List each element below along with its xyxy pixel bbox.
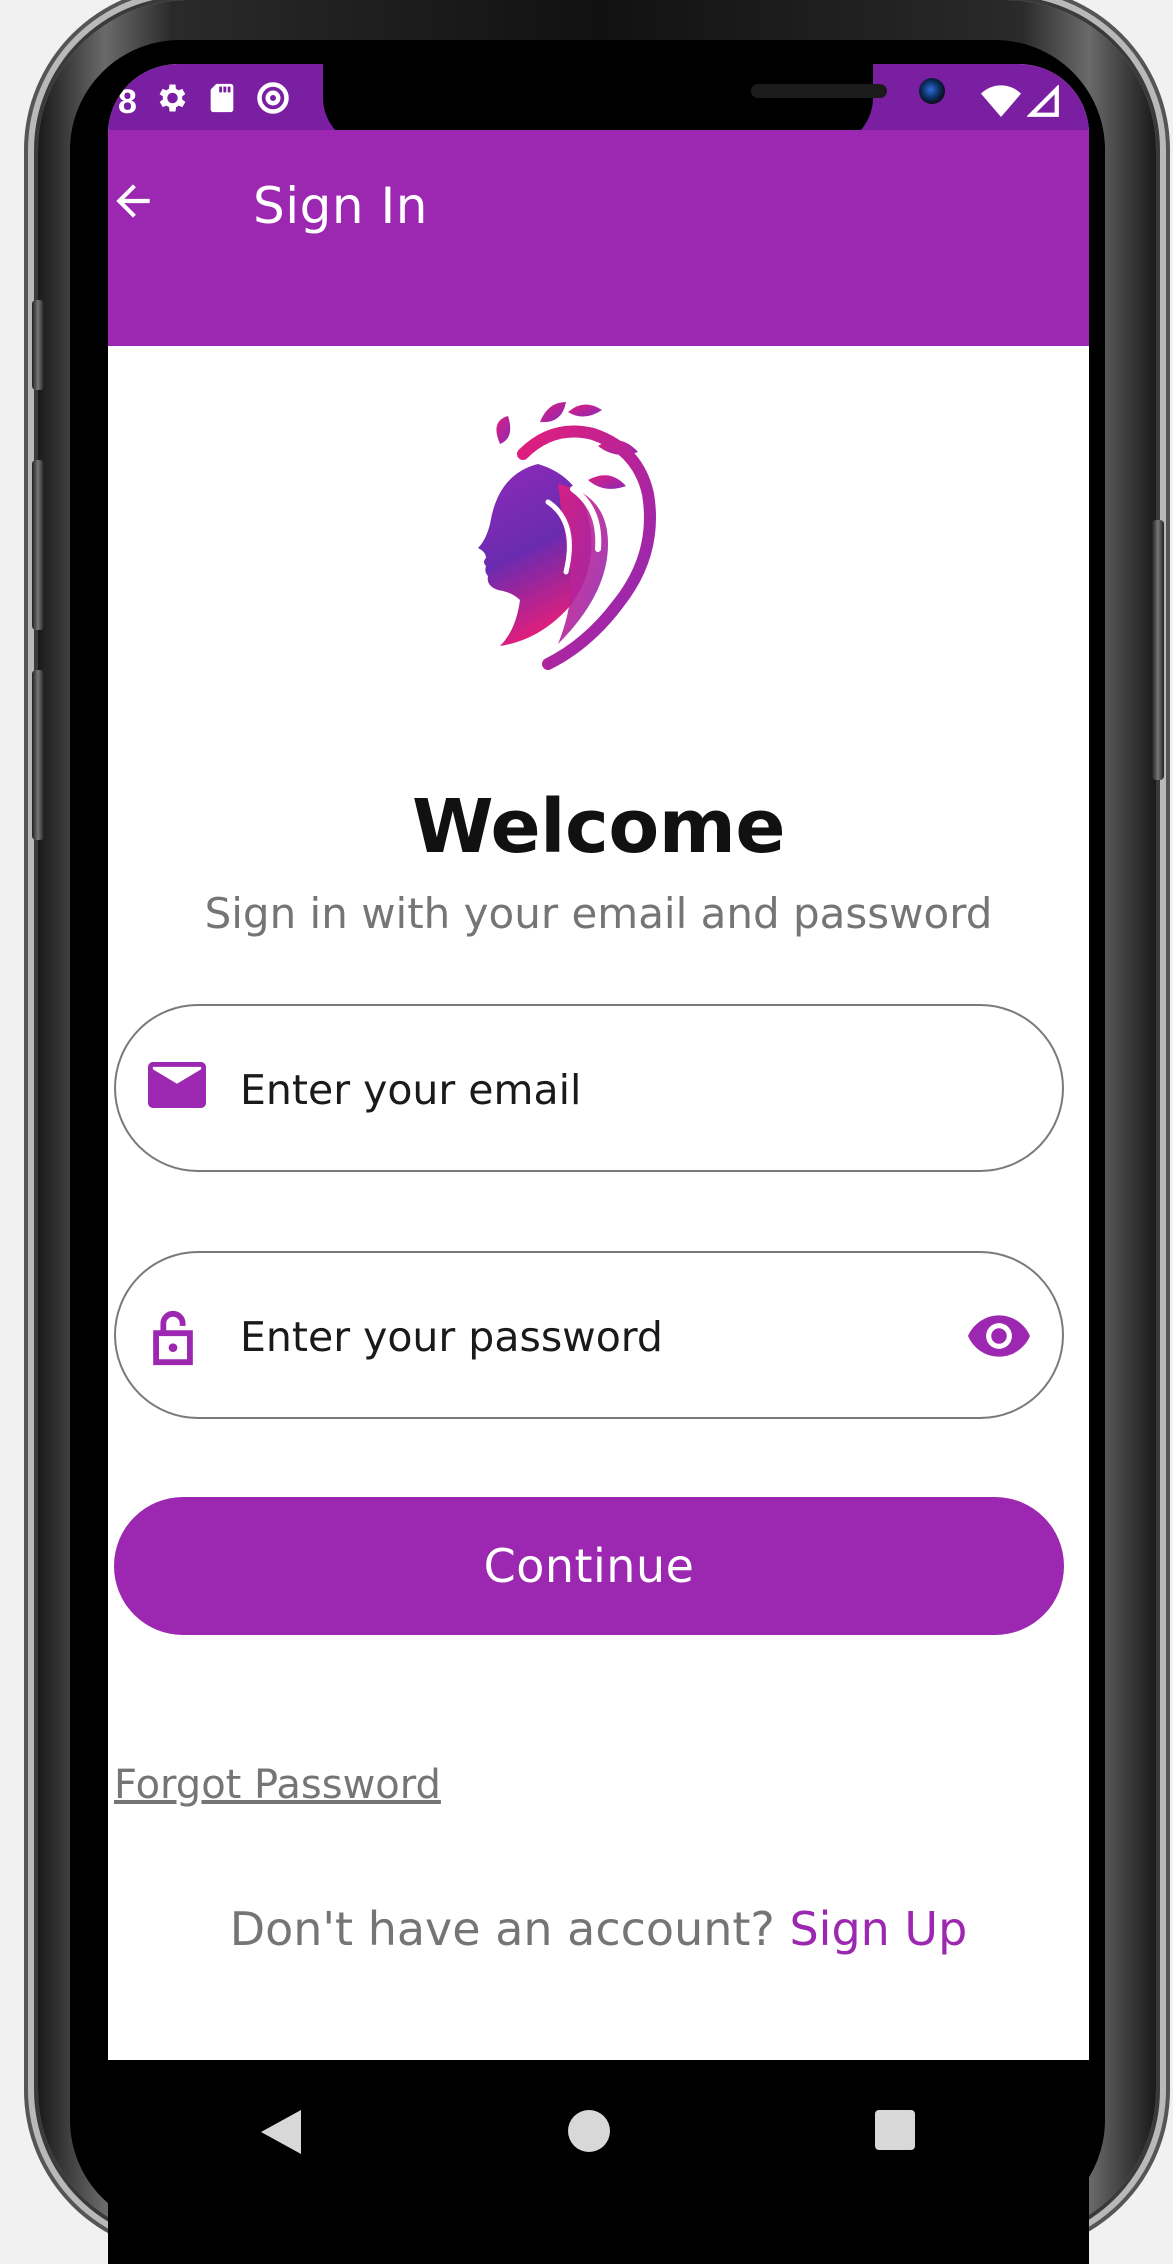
nav-recents-icon[interactable]	[875, 2110, 915, 2154]
status-icons-right	[981, 82, 1061, 126]
brand-logo	[448, 394, 748, 714]
app-bar-background	[108, 130, 1089, 346]
nav-back-icon[interactable]	[261, 2110, 301, 2158]
speaker-slot	[751, 84, 887, 98]
password-field[interactable]	[114, 1251, 1064, 1419]
email-field[interactable]	[114, 1004, 1064, 1172]
signin-subtitle: Sign in with your email and password	[204, 889, 993, 938]
signup-prompt-text: Don't have an account?	[229, 1902, 790, 1956]
phone-side-button	[32, 460, 44, 630]
status-time: 8	[118, 82, 137, 121]
app-bar	[108, 130, 1089, 346]
lock-icon	[148, 1309, 206, 1366]
eye-icon[interactable]	[968, 1313, 1030, 1359]
phone-side-button	[32, 300, 44, 390]
phone-side-button	[32, 670, 44, 840]
front-camera	[919, 78, 945, 104]
page-title: Sign In	[253, 177, 428, 235]
signup-link[interactable]: Sign Up	[789, 1902, 967, 1956]
email-input[interactable]	[240, 1046, 880, 1134]
signal-icon	[1026, 84, 1061, 123]
welcome-heading: Welcome	[411, 784, 786, 870]
continue-button[interactable]: Continue	[114, 1497, 1064, 1635]
password-input[interactable]	[240, 1293, 880, 1381]
arrow-left-icon[interactable]	[108, 176, 158, 226]
wifi-icon	[981, 85, 1021, 123]
status-icons-left: 8	[118, 80, 291, 124]
signup-prompt-row: Don't have an account? Sign Up	[108, 1902, 1089, 1956]
system-nav-bar	[108, 2060, 1089, 2264]
sd-card-icon	[205, 80, 239, 125]
phone-side-button	[1152, 520, 1164, 780]
forgot-password-link[interactable]: Forgot Password	[114, 1762, 441, 1808]
gear-icon	[153, 80, 189, 125]
at-sign-icon	[255, 80, 291, 125]
nav-home-icon[interactable]	[568, 2110, 610, 2156]
app-screen: 8 Sign In Welcome Sign in with your emai…	[108, 64, 1089, 2264]
envelope-icon	[148, 1062, 206, 1118]
